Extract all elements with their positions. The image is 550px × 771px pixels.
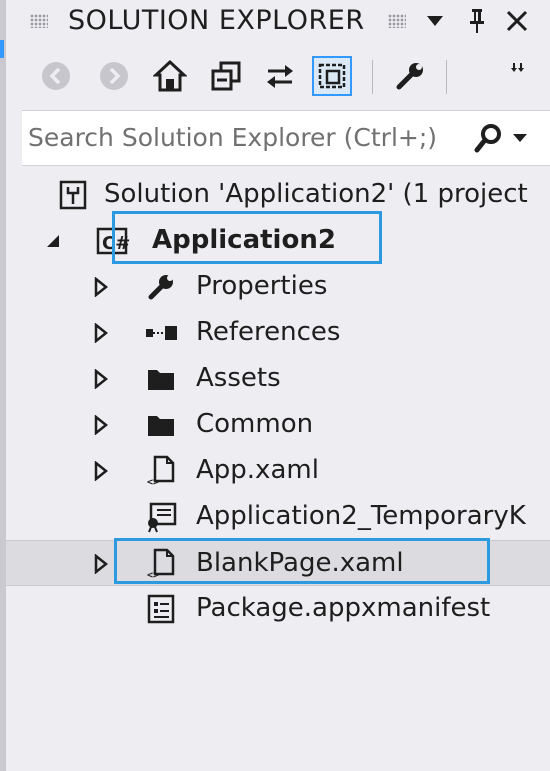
back-icon (42, 62, 70, 90)
tree-item-app-xaml[interactable]: <> App.xaml (6, 448, 550, 494)
search-box (22, 110, 550, 166)
item-label: BlankPage.xaml (196, 548, 404, 578)
toolbar-separator (372, 60, 373, 94)
tree-item-temporary-key[interactable]: Application2_TemporaryK (6, 494, 550, 540)
pin-icon (470, 9, 484, 33)
svg-text:<>: <> (147, 570, 159, 580)
toolbar-separator (446, 60, 447, 94)
close-button[interactable] (502, 6, 532, 36)
item-label: App.xaml (196, 455, 319, 485)
solution-icon (56, 179, 90, 211)
collapsed-arrow-icon[interactable] (90, 275, 112, 299)
item-label: Package.appxmanifest (196, 593, 491, 623)
tree-item-package-manifest[interactable]: Package.appxmanifest (6, 586, 550, 632)
item-label: Assets (196, 363, 281, 393)
pin-button[interactable] (462, 6, 492, 36)
collapse-all-button[interactable] (206, 56, 246, 96)
sync-icon (267, 65, 293, 88)
properties-button[interactable] (390, 56, 430, 96)
expanded-arrow-icon[interactable] (42, 229, 64, 253)
back-button[interactable] (36, 56, 76, 96)
window-position-dropdown[interactable] (420, 6, 450, 36)
solution-explorer-titlebar: SOLUTION EXPLORER (6, 0, 550, 44)
svg-text:<>: <> (147, 477, 159, 487)
drag-grip-icon[interactable] (388, 14, 406, 28)
xaml-file-icon: <> (144, 548, 178, 580)
home-icon (153, 59, 187, 92)
properties-wrench-icon (396, 63, 423, 90)
show-all-files-button[interactable] (312, 56, 352, 96)
collapse-all-icon (211, 61, 241, 91)
tree-item-properties[interactable]: Properties (6, 264, 550, 310)
wrench-icon (144, 271, 178, 303)
item-label: Application2_TemporaryK (196, 501, 526, 531)
show-all-files-icon (318, 63, 346, 89)
collapsed-arrow-icon[interactable] (90, 367, 112, 391)
project-label: Application2 (152, 225, 336, 255)
manifest-icon (144, 593, 178, 625)
xaml-file-icon: <> (144, 455, 178, 487)
item-label: Properties (196, 271, 328, 301)
tree-item-references[interactable]: References (6, 310, 550, 356)
certificate-icon (144, 501, 178, 533)
tree-item-blankpage-xaml[interactable]: <> BlankPage.xaml (6, 540, 550, 586)
home-button[interactable] (150, 56, 190, 96)
overflow-chevron-icon (511, 63, 524, 72)
panel-title: SOLUTION EXPLORER (68, 5, 365, 36)
sync-button[interactable] (260, 56, 300, 96)
chevron-down-icon (513, 134, 527, 142)
forward-button[interactable] (94, 56, 134, 96)
item-label: Common (196, 409, 314, 439)
solution-label: Solution 'Application2' (1 project (104, 179, 528, 209)
csharp-project-icon: C# (96, 225, 130, 257)
search-icon (474, 124, 501, 153)
references-icon (144, 317, 178, 349)
close-icon (506, 10, 528, 32)
toolbar-overflow-button[interactable] (504, 48, 532, 88)
folder-icon (144, 409, 178, 441)
svg-text:C#: C# (102, 233, 130, 254)
solution-explorer-toolbar (6, 48, 550, 106)
tree-node-project[interactable]: C# Application2 (6, 218, 550, 264)
folder-icon (144, 363, 178, 395)
left-panel-accent (0, 40, 4, 58)
chevron-down-icon (427, 16, 443, 26)
collapsed-arrow-icon[interactable] (90, 459, 112, 483)
tree-node-solution[interactable]: Solution 'Application2' (1 project (6, 172, 550, 218)
item-label: References (196, 317, 341, 347)
collapsed-arrow-icon[interactable] (90, 413, 112, 437)
search-input[interactable] (28, 117, 448, 157)
tree-item-assets[interactable]: Assets (6, 356, 550, 402)
search-button[interactable] (474, 121, 544, 155)
drag-grip-icon[interactable] (30, 14, 48, 28)
forward-icon (100, 62, 128, 90)
collapsed-arrow-icon[interactable] (90, 552, 112, 576)
collapsed-arrow-icon[interactable] (90, 321, 112, 345)
tree-item-common[interactable]: Common (6, 402, 550, 448)
